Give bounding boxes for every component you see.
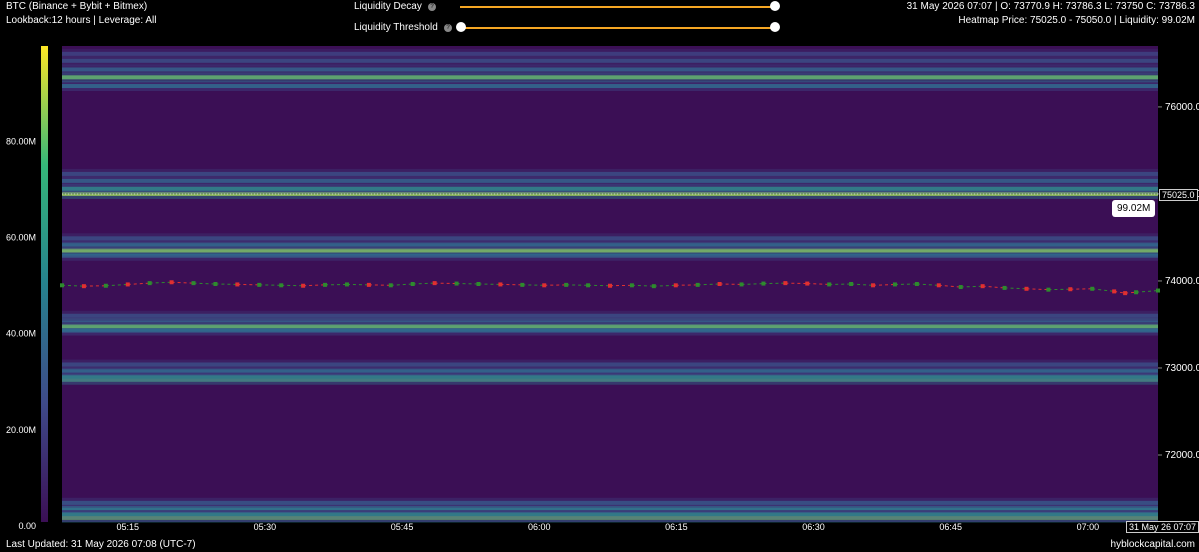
candle xyxy=(586,283,591,288)
candle xyxy=(476,282,481,286)
candle xyxy=(147,281,152,286)
candle xyxy=(1134,290,1139,295)
liquidity-band-glow xyxy=(62,497,1158,508)
colorbar-tick-label: 20.00M xyxy=(6,425,36,435)
candle xyxy=(629,283,634,288)
candle xyxy=(827,282,832,287)
candle xyxy=(958,285,963,290)
candle xyxy=(235,282,240,287)
x-tick-label: 05:45 xyxy=(391,522,414,532)
candle xyxy=(191,281,196,286)
liquidity-band-glow xyxy=(62,48,1158,59)
candle xyxy=(213,282,218,286)
candle xyxy=(454,281,459,286)
candle xyxy=(520,282,525,287)
candle xyxy=(651,284,656,289)
colorbar-tick-label: 80.00M xyxy=(6,136,36,146)
candle xyxy=(1123,291,1128,296)
x-tick-label: 05:30 xyxy=(254,522,277,532)
x-tick-label: 06:30 xyxy=(802,522,825,532)
candle xyxy=(783,281,788,286)
brand-link[interactable]: hyblockcapital.com xyxy=(1111,539,1195,550)
candle xyxy=(717,282,722,286)
liquidity-heatmap-chart: 0.00 20.00M 40.00M 60.00M 80.00M 72000.0 7300… xyxy=(6,46,1199,532)
candle xyxy=(1046,287,1051,292)
candle xyxy=(871,283,876,288)
x-tick-label: 07:00 xyxy=(1077,522,1100,532)
candle xyxy=(1068,287,1073,292)
candle xyxy=(980,284,985,289)
candle xyxy=(410,282,415,286)
candle xyxy=(1090,286,1095,291)
candle xyxy=(323,282,328,287)
liquidity-band-glow xyxy=(62,64,1158,75)
colorbar-tick-label: 60.00M xyxy=(6,233,36,243)
liquidity-band-glow xyxy=(62,310,1158,321)
candle xyxy=(344,282,349,287)
candle xyxy=(805,281,810,286)
candle xyxy=(125,282,130,287)
candle xyxy=(60,283,64,288)
colorbar-tick-label: 0.00 xyxy=(18,521,36,531)
liquidity-band-glow xyxy=(62,81,1158,92)
candle xyxy=(739,282,744,287)
candle xyxy=(498,282,503,287)
candle xyxy=(564,282,569,287)
time-tag: 31 May 26 07:07 xyxy=(1126,521,1199,533)
candle xyxy=(542,283,547,288)
candle xyxy=(936,283,941,288)
y-tick-label: 76000.0 xyxy=(1165,102,1199,113)
candle xyxy=(81,284,86,289)
candle xyxy=(761,281,766,286)
price-tag: 75025.0 xyxy=(1159,189,1198,201)
candle xyxy=(914,282,919,286)
liquidity-band-glow xyxy=(62,233,1158,244)
x-tick-label: 05:15 xyxy=(116,522,139,532)
candle xyxy=(366,282,371,287)
colorbar-tick-label: 40.00M xyxy=(6,329,36,339)
x-tick-label: 06:15 xyxy=(665,522,688,532)
candle xyxy=(1002,285,1007,290)
candle xyxy=(608,283,612,288)
colorbar xyxy=(41,46,48,522)
candle xyxy=(432,281,437,286)
candle xyxy=(695,282,700,287)
y-tick-label: 73000.0 xyxy=(1165,363,1199,374)
candle xyxy=(673,283,678,288)
liquidity-band-glow xyxy=(62,359,1158,370)
candle xyxy=(301,283,306,288)
candle xyxy=(1112,289,1117,294)
liquidity-tooltip: 99.02M xyxy=(1112,200,1156,217)
y-tick-label: 74000.0 xyxy=(1165,276,1199,287)
candle xyxy=(103,283,108,288)
candle xyxy=(279,283,284,288)
y-tick-label: 72000.0 xyxy=(1165,450,1199,461)
last-updated: Last Updated: 31 May 2026 07:08 (UTC-7) xyxy=(6,539,196,550)
candle xyxy=(1156,288,1160,293)
candle xyxy=(1024,286,1029,291)
candle xyxy=(849,282,854,286)
candle xyxy=(257,282,262,287)
candle xyxy=(169,280,174,285)
liquidity-band-glow xyxy=(62,168,1158,179)
candle xyxy=(892,282,897,287)
x-tick-label: 06:45 xyxy=(939,522,962,532)
candle xyxy=(388,283,393,288)
x-tick-label: 06:00 xyxy=(528,522,551,532)
